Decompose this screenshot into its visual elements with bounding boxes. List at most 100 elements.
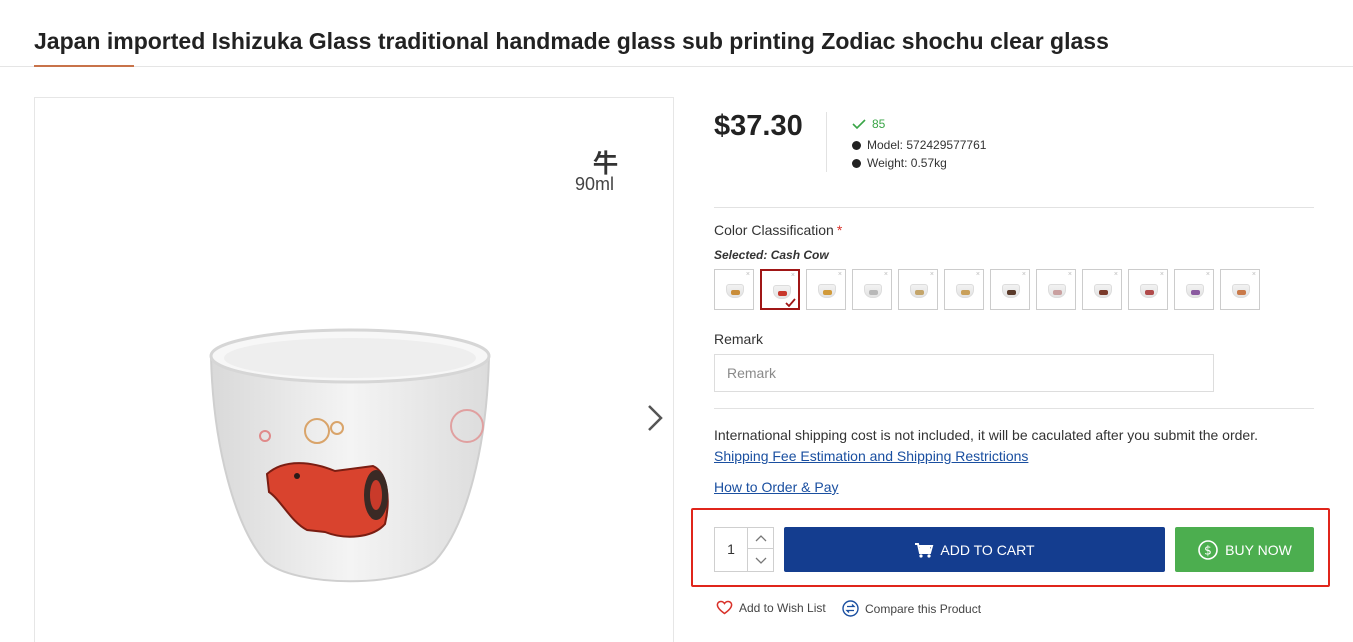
swatch-corner-mark: × bbox=[745, 271, 750, 278]
wish-list-label: Add to Wish List bbox=[739, 600, 826, 615]
chevron-down-icon bbox=[755, 557, 766, 564]
selected-check-icon bbox=[785, 298, 796, 307]
swatch-print-mark bbox=[1145, 290, 1154, 295]
swatch-print-mark bbox=[1053, 290, 1062, 295]
swatch-thumbnail bbox=[1186, 284, 1204, 298]
swatch-thumbnail bbox=[773, 285, 791, 299]
color-swatch[interactable]: × bbox=[1174, 269, 1214, 310]
product-price: $37.30 bbox=[714, 110, 803, 142]
swatch-corner-mark: × bbox=[1159, 271, 1164, 278]
color-swatch[interactable]: × bbox=[714, 269, 754, 310]
buy-now-button[interactable]: $ BUY NOW bbox=[1175, 527, 1314, 572]
quantity-stepper: 1 bbox=[714, 527, 774, 572]
swatch-print-mark bbox=[1007, 290, 1016, 295]
swatch-corner-mark: × bbox=[1251, 271, 1256, 278]
remark-input[interactable] bbox=[714, 354, 1214, 392]
color-swatch[interactable]: × bbox=[1128, 269, 1168, 310]
shipping-note: International shipping cost is not inclu… bbox=[714, 427, 1258, 443]
color-swatch[interactable]: × bbox=[1036, 269, 1076, 310]
compare-product-link[interactable]: Compare this Product bbox=[842, 600, 981, 617]
swatch-print-mark bbox=[778, 291, 787, 296]
add-to-wish-list-link[interactable]: Add to Wish List bbox=[716, 600, 826, 615]
sold-count: 85 bbox=[852, 117, 885, 131]
price-divider bbox=[826, 112, 827, 172]
add-to-cart-label: ADD TO CART bbox=[940, 541, 1035, 558]
dollar-circle-icon: $ bbox=[1197, 539, 1219, 561]
swatch-print-mark bbox=[823, 290, 832, 295]
swatch-thumbnail bbox=[726, 284, 744, 298]
selected-variant-value: Cash Cow bbox=[770, 248, 829, 262]
swatch-corner-mark: × bbox=[1067, 271, 1072, 278]
swatch-print-mark bbox=[1237, 290, 1246, 295]
color-classification-label: Color Classification * bbox=[714, 222, 842, 238]
swatch-thumbnail bbox=[1048, 284, 1066, 298]
swatch-corner-mark: × bbox=[1021, 271, 1026, 278]
compare-label: Compare this Product bbox=[865, 601, 982, 616]
swatch-thumbnail bbox=[1002, 284, 1020, 298]
swatch-thumbnail bbox=[956, 284, 974, 298]
quantity-decrease-button[interactable] bbox=[748, 550, 773, 571]
swatch-thumbnail bbox=[864, 284, 882, 298]
swatch-corner-mark: × bbox=[1113, 271, 1118, 278]
selected-variant: Selected: Cash Cow bbox=[714, 248, 829, 262]
swatch-thumbnail bbox=[1094, 284, 1112, 298]
swatch-corner-mark: × bbox=[975, 271, 980, 278]
swatch-print-mark bbox=[915, 290, 924, 295]
swatch-thumbnail bbox=[1140, 284, 1158, 298]
weight-text: Weight: 0.57kg bbox=[867, 156, 947, 170]
title-underline bbox=[34, 65, 134, 67]
swatch-corner-mark: × bbox=[837, 271, 842, 278]
color-swatch[interactable]: × bbox=[806, 269, 846, 310]
heart-icon bbox=[716, 600, 733, 615]
title-bar: Japan imported Ishizuka Glass traditiona… bbox=[0, 0, 1353, 67]
swatch-print-mark bbox=[1099, 290, 1108, 295]
bullet-icon bbox=[852, 158, 861, 168]
color-swatches: × × × × × × × × × × × × bbox=[714, 269, 1260, 310]
remark-label: Remark bbox=[714, 331, 764, 347]
color-swatch[interactable]: × bbox=[852, 269, 892, 310]
check-icon bbox=[852, 119, 866, 130]
product-image-gallery: 牛 90ml bbox=[34, 97, 674, 642]
compare-icon bbox=[842, 600, 859, 617]
product-image bbox=[209, 328, 491, 583]
sold-count-value: 85 bbox=[872, 117, 886, 131]
swatch-thumbnail bbox=[1232, 284, 1250, 298]
swatch-corner-mark: × bbox=[883, 271, 888, 278]
product-weight: Weight: 0.57kg bbox=[852, 156, 947, 170]
required-marker: * bbox=[836, 222, 843, 238]
cart-icon bbox=[914, 542, 934, 558]
swatch-corner-mark: × bbox=[1205, 271, 1210, 278]
model-text: Model: 572429577761 bbox=[867, 138, 987, 152]
volume-label: 90ml bbox=[575, 174, 615, 194]
add-to-cart-button[interactable]: ADD TO CART bbox=[784, 527, 1165, 572]
color-swatch[interactable]: × bbox=[1220, 269, 1260, 310]
swatch-thumbnail bbox=[910, 284, 928, 298]
swatch-print-mark bbox=[869, 290, 878, 295]
color-label-text: Color Classification bbox=[714, 222, 834, 238]
page-title: Japan imported Ishizuka Glass traditiona… bbox=[34, 28, 1109, 54]
selected-prefix: Selected: bbox=[714, 248, 771, 262]
swatch-print-mark bbox=[1191, 290, 1200, 295]
bullet-icon bbox=[852, 140, 861, 150]
how-to-order-link[interactable]: How to Order & Pay bbox=[714, 479, 839, 495]
color-swatch[interactable]: × bbox=[990, 269, 1030, 310]
swatch-thumbnail bbox=[818, 284, 836, 298]
color-swatch[interactable]: × bbox=[898, 269, 938, 310]
quantity-input[interactable]: 1 bbox=[715, 528, 748, 571]
swatch-corner-mark: × bbox=[790, 272, 795, 279]
swatch-print-mark bbox=[731, 290, 740, 295]
buy-now-label: BUY NOW bbox=[1225, 541, 1292, 558]
chevron-right-icon[interactable] bbox=[639, 400, 669, 436]
swatch-corner-mark: × bbox=[929, 271, 934, 278]
model-number: Model: 572429577761 bbox=[852, 138, 986, 152]
color-swatch[interactable]: × bbox=[1082, 269, 1122, 310]
quantity-increase-button[interactable] bbox=[748, 528, 773, 549]
shipping-fee-link[interactable]: Shipping Fee Estimation and Shipping Res… bbox=[714, 448, 1028, 464]
swatch-print-mark bbox=[961, 290, 970, 295]
chevron-up-icon bbox=[755, 535, 766, 542]
divider bbox=[714, 408, 1314, 409]
svg-text:$: $ bbox=[1204, 543, 1212, 557]
divider bbox=[714, 207, 1314, 208]
color-swatch[interactable]: × bbox=[944, 269, 984, 310]
color-swatch[interactable]: × bbox=[760, 269, 800, 310]
